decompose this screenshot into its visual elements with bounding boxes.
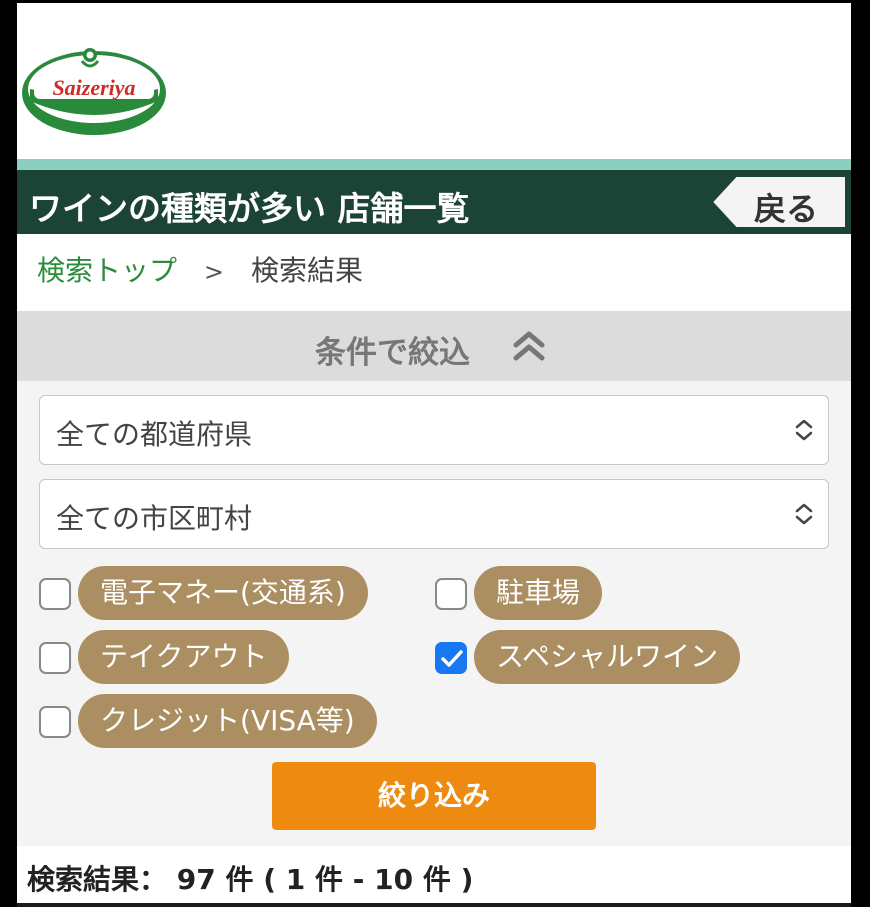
credit-label[interactable]: クレジット(VISA等) — [78, 694, 377, 748]
emoney-label[interactable]: 電子マネー(交通系) — [78, 566, 368, 620]
result-summary: 検索結果： 97 件 ( 1 件 - 10 件 ) — [27, 863, 474, 896]
breadcrumb-separator: > — [203, 258, 225, 286]
takeout-checkbox[interactable] — [39, 642, 71, 674]
filter-panel: 全ての都道府県 全ての市区町村 電子マネー(交通系) 駐車場 テイクアウト スペ… — [17, 381, 851, 846]
breadcrumb-top-link[interactable]: 検索トップ — [37, 254, 177, 287]
parking-label[interactable]: 駐車場 — [474, 566, 603, 620]
breadcrumb-current: 検索結果 — [250, 254, 363, 287]
select-arrows-icon — [795, 503, 813, 525]
page-title: ワインの種類が多い 店舗一覧 — [29, 189, 470, 228]
prefecture-select-value: 全ての都道府県 — [56, 418, 253, 451]
breadcrumb: 検索トップ > 検索結果 — [37, 249, 363, 289]
page-frame: Saizeriya ワインの種類が多い 店舗一覧 戻る 検索トップ > 検索結果… — [17, 3, 851, 907]
filter-submit-button[interactable]: 絞り込み — [272, 762, 596, 830]
header-accent-bar — [17, 159, 851, 170]
filter-heading: 条件で絞込 — [315, 335, 470, 371]
city-select-value: 全ての市区町村 — [56, 502, 253, 535]
chevron-double-up-icon — [513, 331, 545, 361]
logo-wordmark: Saizeriya — [52, 75, 135, 100]
takeout-label[interactable]: テイクアウト — [78, 630, 290, 684]
emoney-checkbox[interactable] — [39, 578, 71, 610]
back-button[interactable]: 戻る — [712, 174, 846, 230]
back-button-label: 戻る — [754, 190, 819, 228]
prefecture-select[interactable]: 全ての都道府県 — [39, 395, 829, 465]
credit-checkbox[interactable] — [39, 706, 71, 738]
special-wine-checkbox[interactable] — [435, 642, 467, 674]
parking-checkbox[interactable] — [435, 578, 467, 610]
special-wine-label[interactable]: スペシャルワイン — [474, 630, 741, 684]
filter-toggle[interactable]: 条件で絞込 — [17, 311, 851, 381]
divider — [17, 903, 851, 907]
saizeriya-logo[interactable]: Saizeriya — [20, 43, 168, 139]
select-arrows-icon — [795, 419, 813, 441]
title-bar: ワインの種類が多い 店舗一覧 戻る — [17, 170, 851, 234]
city-select[interactable]: 全ての市区町村 — [39, 479, 829, 549]
checkmark-icon — [441, 650, 463, 667]
